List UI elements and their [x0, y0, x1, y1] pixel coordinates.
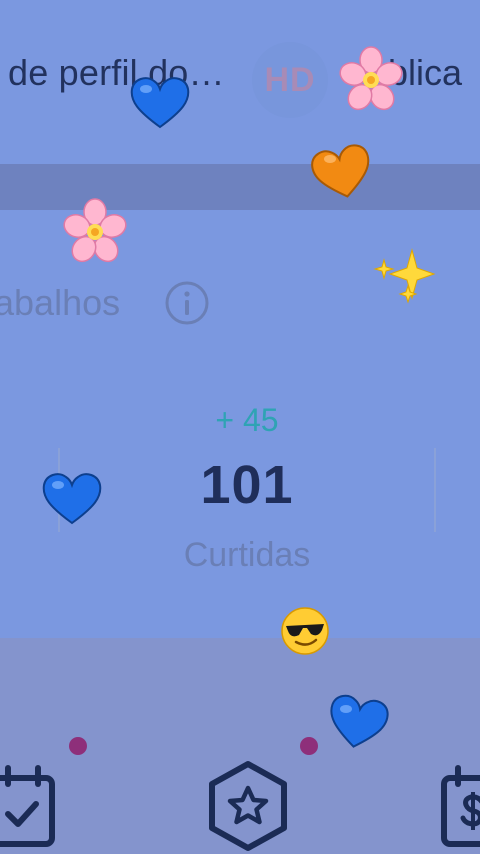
calendar-check-icon[interactable]: [0, 764, 58, 850]
blue-heart-icon: [130, 77, 190, 129]
section-title: abalhos: [0, 282, 121, 323]
hd-toggle-button[interactable]: HD: [252, 42, 328, 118]
hd-badge: HD: [264, 60, 316, 99]
calendar-dollar-icon[interactable]: [438, 764, 480, 850]
orange-heart-icon: [311, 144, 370, 198]
star-badge-icon[interactable]: [206, 760, 290, 852]
blue-heart-icon: [330, 694, 389, 748]
stat-divider-right: [434, 448, 436, 532]
blue-heart-icon: [42, 473, 102, 525]
notification-dot: [69, 737, 87, 755]
cherry-blossom-icon: [339, 46, 403, 111]
cherry-blossom-icon: [63, 198, 127, 263]
likes-delta: + 45: [215, 402, 279, 438]
sparkles-icon: [373, 248, 436, 304]
notification-dot: [300, 737, 318, 755]
profile-title-left: de perfil do…: [8, 52, 225, 93]
sunglasses-face-icon: [281, 607, 329, 655]
info-icon[interactable]: [164, 280, 210, 326]
likes-label: Curtidas: [183, 536, 311, 574]
